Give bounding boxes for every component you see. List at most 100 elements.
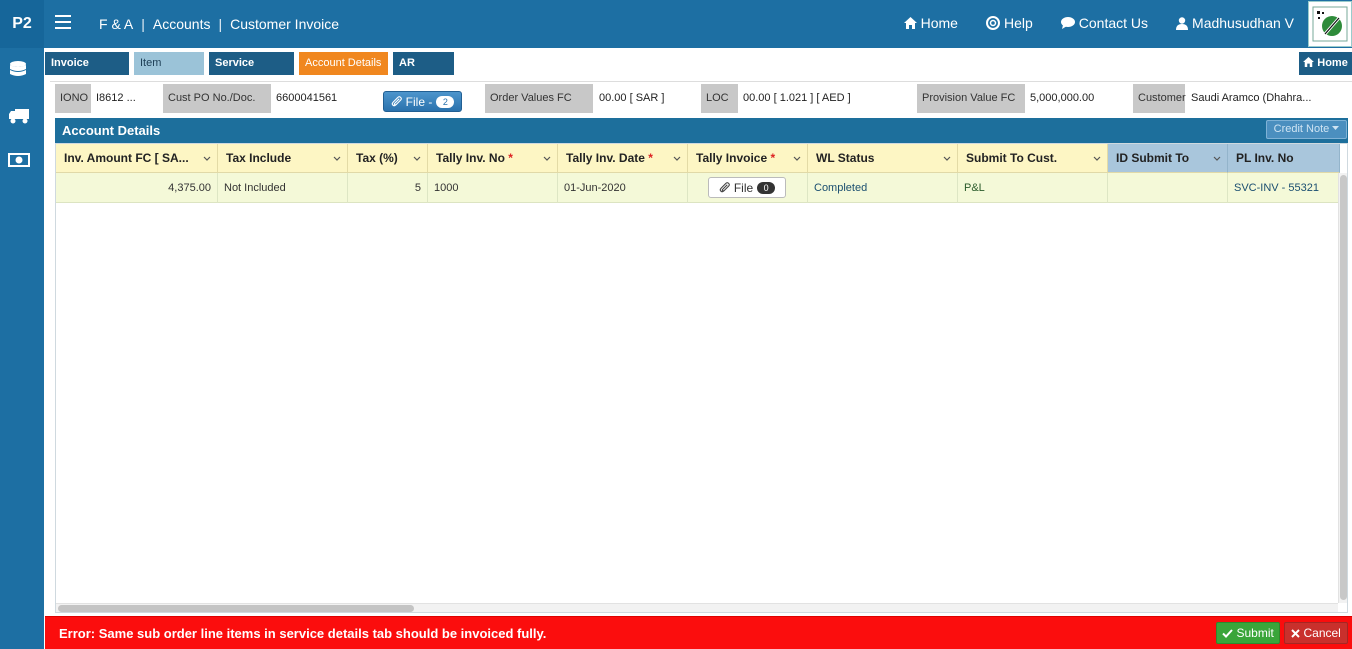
col-header-id-submit-to[interactable]: ID Submit To xyxy=(1108,144,1228,173)
nav-contact-label: Contact Us xyxy=(1078,15,1149,31)
chevron-down-icon[interactable] xyxy=(1093,155,1101,163)
col-header-label: Submit To Cust. xyxy=(966,151,1058,165)
customer-label: Customer xyxy=(1133,84,1186,113)
truck-icon[interactable] xyxy=(8,106,30,126)
po-file-label: File - xyxy=(405,94,433,109)
col-header-pl-inv-no[interactable]: PL Inv. No xyxy=(1228,144,1340,173)
home-button-label: Home xyxy=(1317,57,1348,69)
nav-home[interactable]: Home xyxy=(903,15,958,31)
close-icon xyxy=(1291,629,1300,638)
required-mark: * xyxy=(508,151,513,165)
account-details-header: Account Details Credit Note xyxy=(55,118,1348,143)
chat-icon xyxy=(1060,17,1075,29)
credit-note-label: Credit Note xyxy=(1273,123,1330,135)
chevron-down-icon[interactable] xyxy=(543,155,551,163)
top-nav: Home Help Contact Us Madhusudhan V xyxy=(903,15,1294,31)
table-row-tax-include[interactable]: Not Included xyxy=(218,173,348,203)
breadcrumb: F & A | Accounts | Customer Invoice xyxy=(99,16,339,32)
chevron-down-icon[interactable] xyxy=(793,155,801,163)
col-header-label: WL Status xyxy=(816,151,875,165)
col-header-inv-amount[interactable]: Inv. Amount FC [ SA... xyxy=(56,144,218,173)
col-header-label: Inv. Amount FC [ SA... xyxy=(64,151,189,165)
table-row-id-submit-to[interactable] xyxy=(1108,173,1228,203)
credit-note-dropdown[interactable]: Credit Note xyxy=(1266,120,1347,139)
chevron-down-icon[interactable] xyxy=(943,155,951,163)
paperclip-icon xyxy=(391,96,402,107)
tab-item-details[interactable]: Item Details xyxy=(134,52,204,92)
tab-service-details[interactable]: Service Details xyxy=(209,52,294,92)
money-icon[interactable] xyxy=(8,150,30,170)
required-mark: * xyxy=(648,151,653,165)
col-header-tally-invoice[interactable]: Tally Invoice * xyxy=(688,144,808,173)
col-header-label: PL Inv. No xyxy=(1236,151,1294,165)
chevron-down-icon[interactable] xyxy=(203,155,211,163)
customer-value: Saudi Aramco (Dhahra... xyxy=(1191,92,1312,104)
col-header-tally-inv-date[interactable]: Tally Inv. Date * xyxy=(558,144,688,173)
check-icon xyxy=(1222,629,1233,638)
home-button[interactable]: Home xyxy=(1299,52,1352,75)
table-row-tally-inv-no[interactable]: 1000 xyxy=(428,173,558,203)
submit-label: Submit xyxy=(1236,626,1274,640)
col-header-tax-pct[interactable]: Tax (%) xyxy=(348,144,428,173)
tab-ar-details[interactable]: AR Details xyxy=(393,52,454,92)
invoice-info-strip: IONO I8612 ... Cust PO No./Doc. 66000415… xyxy=(50,81,1352,115)
horizontal-scroll-thumb[interactable] xyxy=(58,605,414,612)
horizontal-scrollbar[interactable] xyxy=(56,603,1338,612)
po-file-count-badge: 2 xyxy=(436,95,455,108)
col-header-label: Tally Inv. No xyxy=(436,151,505,165)
vertical-scrollbar[interactable] xyxy=(1338,173,1347,603)
account-details-grid: Inv. Amount FC [ SA... Tax Include Tax (… xyxy=(55,143,1348,613)
panel-title: Account Details xyxy=(62,123,161,138)
tab-invoice-details[interactable]: Invoice Details xyxy=(45,52,129,92)
table-row-submit-to-cust[interactable]: P&L xyxy=(958,173,1108,203)
col-header-label: Tally Inv. Date xyxy=(566,151,645,165)
col-header-tax-include[interactable]: Tax Include xyxy=(218,144,348,173)
nav-contact[interactable]: Contact Us xyxy=(1060,15,1149,31)
cancel-label: Cancel xyxy=(1303,626,1341,640)
chevron-down-icon[interactable] xyxy=(413,155,421,163)
table-row-wl-status[interactable]: Completed xyxy=(808,173,958,203)
table-row-tax-pct: 5 xyxy=(348,173,428,203)
tally-file-label: File xyxy=(733,180,754,195)
nav-user[interactable]: Madhusudhan V xyxy=(1176,15,1294,31)
cancel-button[interactable]: Cancel xyxy=(1284,622,1348,644)
database-icon[interactable] xyxy=(8,60,28,80)
provision-value-label: Provision Value FC xyxy=(917,84,1025,113)
caret-down-icon xyxy=(1332,126,1340,130)
cust-po-label: Cust PO No./Doc. xyxy=(163,84,271,113)
detail-tabs: Invoice Details Item Details Service Det… xyxy=(45,52,454,92)
tab-account-details[interactable]: Account Details xyxy=(299,52,388,75)
breadcrumb-fa[interactable]: F & A xyxy=(99,16,133,32)
brand-logo[interactable]: P2 xyxy=(0,0,44,48)
nav-help[interactable]: Help xyxy=(985,15,1033,31)
tally-invoice-file-button[interactable]: File 0 xyxy=(708,177,786,198)
tally-file-count-badge: 0 xyxy=(757,181,776,194)
error-bar: Error: Same sub order line items in serv… xyxy=(45,616,1352,649)
breadcrumb-accounts[interactable]: Accounts xyxy=(153,16,211,32)
side-nav xyxy=(0,48,44,649)
submit-button[interactable]: Submit xyxy=(1216,622,1280,644)
error-message: Error: Same sub order line items in serv… xyxy=(59,626,547,641)
col-header-submit-to-cust[interactable]: Submit To Cust. xyxy=(958,144,1108,173)
chevron-down-icon[interactable] xyxy=(333,155,341,163)
po-file-button[interactable]: File - 2 xyxy=(383,91,462,112)
nav-home-label: Home xyxy=(920,15,958,31)
col-header-label: Tax (%) xyxy=(356,151,398,165)
table-row-tally-inv-date[interactable]: 01-Jun-2020 xyxy=(558,173,688,203)
breadcrumb-customer-invoice: Customer Invoice xyxy=(230,16,340,32)
col-header-tally-inv-no[interactable]: Tally Inv. No * xyxy=(428,144,558,173)
company-logo xyxy=(1308,1,1352,47)
cust-po-value: 6600041561 xyxy=(276,92,338,104)
chevron-down-icon[interactable] xyxy=(1213,155,1221,163)
chevron-down-icon[interactable] xyxy=(673,155,681,163)
vertical-scroll-thumb[interactable] xyxy=(1340,175,1347,600)
col-header-label: Tally Invoice xyxy=(696,151,768,165)
iono-value: I8612 ... xyxy=(96,92,136,104)
col-header-wl-status[interactable]: WL Status xyxy=(808,144,958,173)
top-bar: P2 F & A | Accounts | Customer Invoice H… xyxy=(0,0,1352,48)
breadcrumb-separator: | xyxy=(141,16,145,32)
home-icon xyxy=(1303,57,1315,67)
home-icon xyxy=(903,17,917,29)
col-header-label: Tax Include xyxy=(226,151,292,165)
menu-icon[interactable] xyxy=(55,15,71,29)
